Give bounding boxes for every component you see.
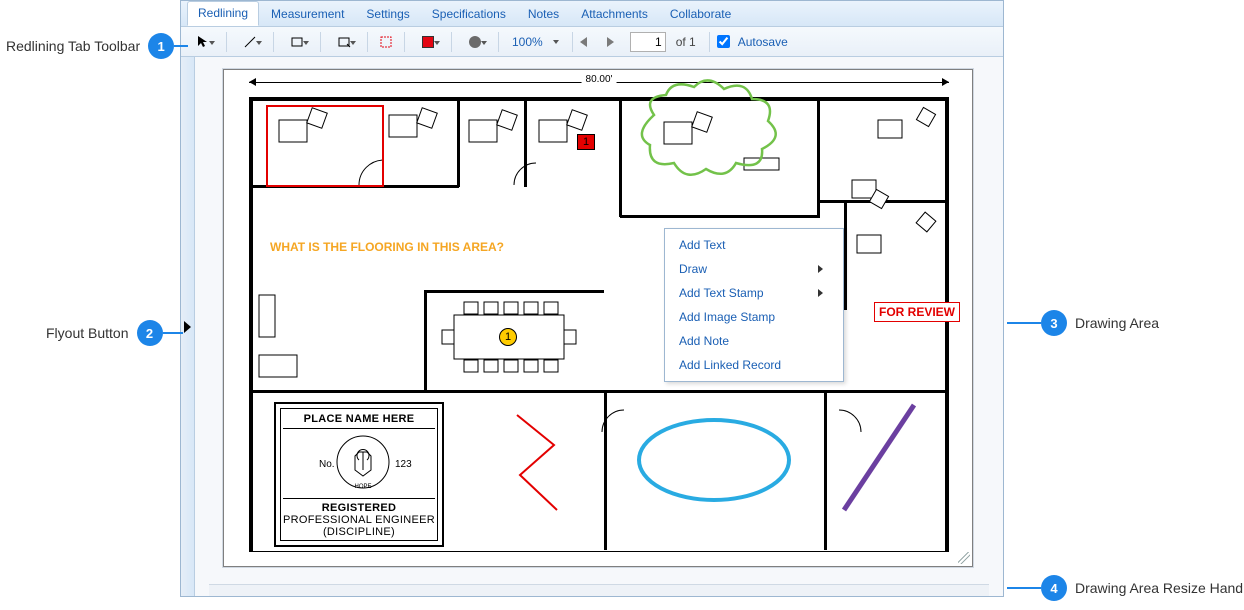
pointer-tool-button[interactable] [187, 31, 219, 53]
menu-item-add-text-stamp[interactable]: Add Text Stamp [665, 281, 843, 305]
menu-item-add-text[interactable]: Add Text [665, 233, 843, 257]
stamp-icon [337, 35, 351, 49]
menu-label: Add Image Stamp [679, 310, 775, 324]
line-icon [243, 35, 257, 49]
callout-bubble-1: 1 [148, 33, 174, 59]
autosave-label: Autosave [738, 35, 788, 49]
page-total-label: of 1 [676, 35, 696, 49]
toolbar-separator [451, 32, 452, 52]
dimension-line: 80.00' [249, 76, 949, 90]
tab-measurement[interactable]: Measurement [261, 3, 354, 26]
tab-collaborate[interactable]: Collaborate [660, 3, 741, 26]
menu-label: Add Note [679, 334, 729, 348]
seal-graphic: No. 123 HOPE [283, 432, 443, 492]
tab-attachments[interactable]: Attachments [571, 3, 658, 26]
toolbar-separator [226, 32, 227, 52]
fill-swatch-icon [422, 36, 434, 48]
line-tool-button[interactable] [234, 31, 266, 53]
menu-item-add-image-stamp[interactable]: Add Image Stamp [665, 305, 843, 329]
toolbar-separator [404, 32, 405, 52]
flyout-button[interactable] [181, 57, 195, 596]
selection-tool-button[interactable] [375, 31, 397, 53]
rectangle-icon [290, 35, 304, 49]
toolbar-separator [572, 32, 573, 52]
stamp-tool-button[interactable] [328, 31, 360, 53]
callout-label-3: Drawing Area [1075, 315, 1159, 331]
toolbar-separator [273, 32, 274, 52]
tab-specifications[interactable]: Specifications [422, 3, 516, 26]
drawing-area[interactable]: 80.00' [195, 57, 1003, 596]
callout-label-1: Redlining Tab Toolbar [6, 38, 140, 54]
submenu-arrow-icon [818, 265, 823, 273]
callout-label-4: Drawing Area Resize Handle [1075, 580, 1244, 596]
image-stamp-engineer-seal[interactable]: PLACE NAME HERE No. 123 HOPE [274, 402, 444, 547]
callout-label-2: Flyout Button [46, 325, 129, 341]
toolbar-separator [320, 32, 321, 52]
linked-record-badge[interactable]: 1 [499, 328, 517, 346]
submenu-arrow-icon [818, 289, 823, 297]
drawing-paper: 80.00' [223, 69, 973, 567]
shape-tool-button[interactable] [459, 31, 491, 53]
text-annotation[interactable]: WHAT IS THE FLOORING IN THIS AREA? [270, 240, 504, 254]
callout-bubble-3: 3 [1041, 310, 1067, 336]
stamp-discipline-line: (DISCIPLINE) [283, 526, 435, 538]
toolbar-separator [367, 32, 368, 52]
pointer-icon [197, 35, 209, 49]
menu-item-add-note[interactable]: Add Note [665, 329, 843, 353]
dimension-label: 80.00' [582, 74, 617, 85]
menu-item-add-linked-record[interactable]: Add Linked Record [665, 353, 843, 377]
rectangle-tool-button[interactable] [281, 31, 313, 53]
svg-text:HOPE: HOPE [354, 484, 371, 490]
svg-text:No.: No. [319, 459, 335, 470]
svg-text:123: 123 [395, 459, 412, 470]
redlining-toolbar: 100% of 1 Autosave [181, 27, 1003, 57]
zoom-dropdown[interactable]: 100% [506, 35, 549, 49]
menu-label: Add Text [679, 238, 725, 252]
page-number-input[interactable] [630, 32, 666, 52]
marquee-icon [379, 35, 393, 49]
context-menu: Add Text Draw Add Text Stamp Add Image S… [664, 228, 844, 382]
page-next-button[interactable] [607, 37, 614, 47]
callout-bubble-4: 4 [1041, 575, 1067, 601]
app-window: Redlining Measurement Settings Specifica… [180, 0, 1004, 597]
page-prev-button[interactable] [580, 37, 587, 47]
callout-bubble-2: 2 [137, 320, 163, 346]
menu-label: Add Linked Record [679, 358, 781, 372]
tab-redlining[interactable]: Redlining [187, 1, 259, 26]
tab-bar: Redlining Measurement Settings Specifica… [181, 1, 1003, 27]
flyout-arrow-icon [184, 321, 191, 333]
fill-color-button[interactable] [412, 31, 444, 53]
menu-label: Draw [679, 262, 707, 276]
menu-item-draw[interactable]: Draw [665, 257, 843, 281]
red-rectangle-annotation[interactable] [266, 105, 384, 187]
red-note-marker[interactable]: 1 [577, 134, 595, 150]
stamp-profession-line: PROFESSIONAL ENGINEER [283, 514, 435, 526]
toolbar-separator [709, 32, 710, 52]
drawing-area-resize-handle[interactable] [958, 552, 970, 564]
horizontal-scrollbar[interactable] [209, 584, 989, 596]
chevron-down-icon [553, 40, 559, 44]
tab-notes[interactable]: Notes [518, 3, 569, 26]
menu-label: Add Text Stamp [679, 286, 764, 300]
tab-settings[interactable]: Settings [356, 3, 419, 26]
toolbar-separator [498, 32, 499, 52]
stamp-name-line: PLACE NAME HERE [283, 413, 435, 425]
circle-icon [469, 36, 481, 48]
autosave-checkbox[interactable] [717, 35, 730, 48]
stamp-registered-line: REGISTERED [283, 502, 435, 514]
text-stamp-for-review[interactable]: FOR REVIEW [874, 302, 960, 322]
